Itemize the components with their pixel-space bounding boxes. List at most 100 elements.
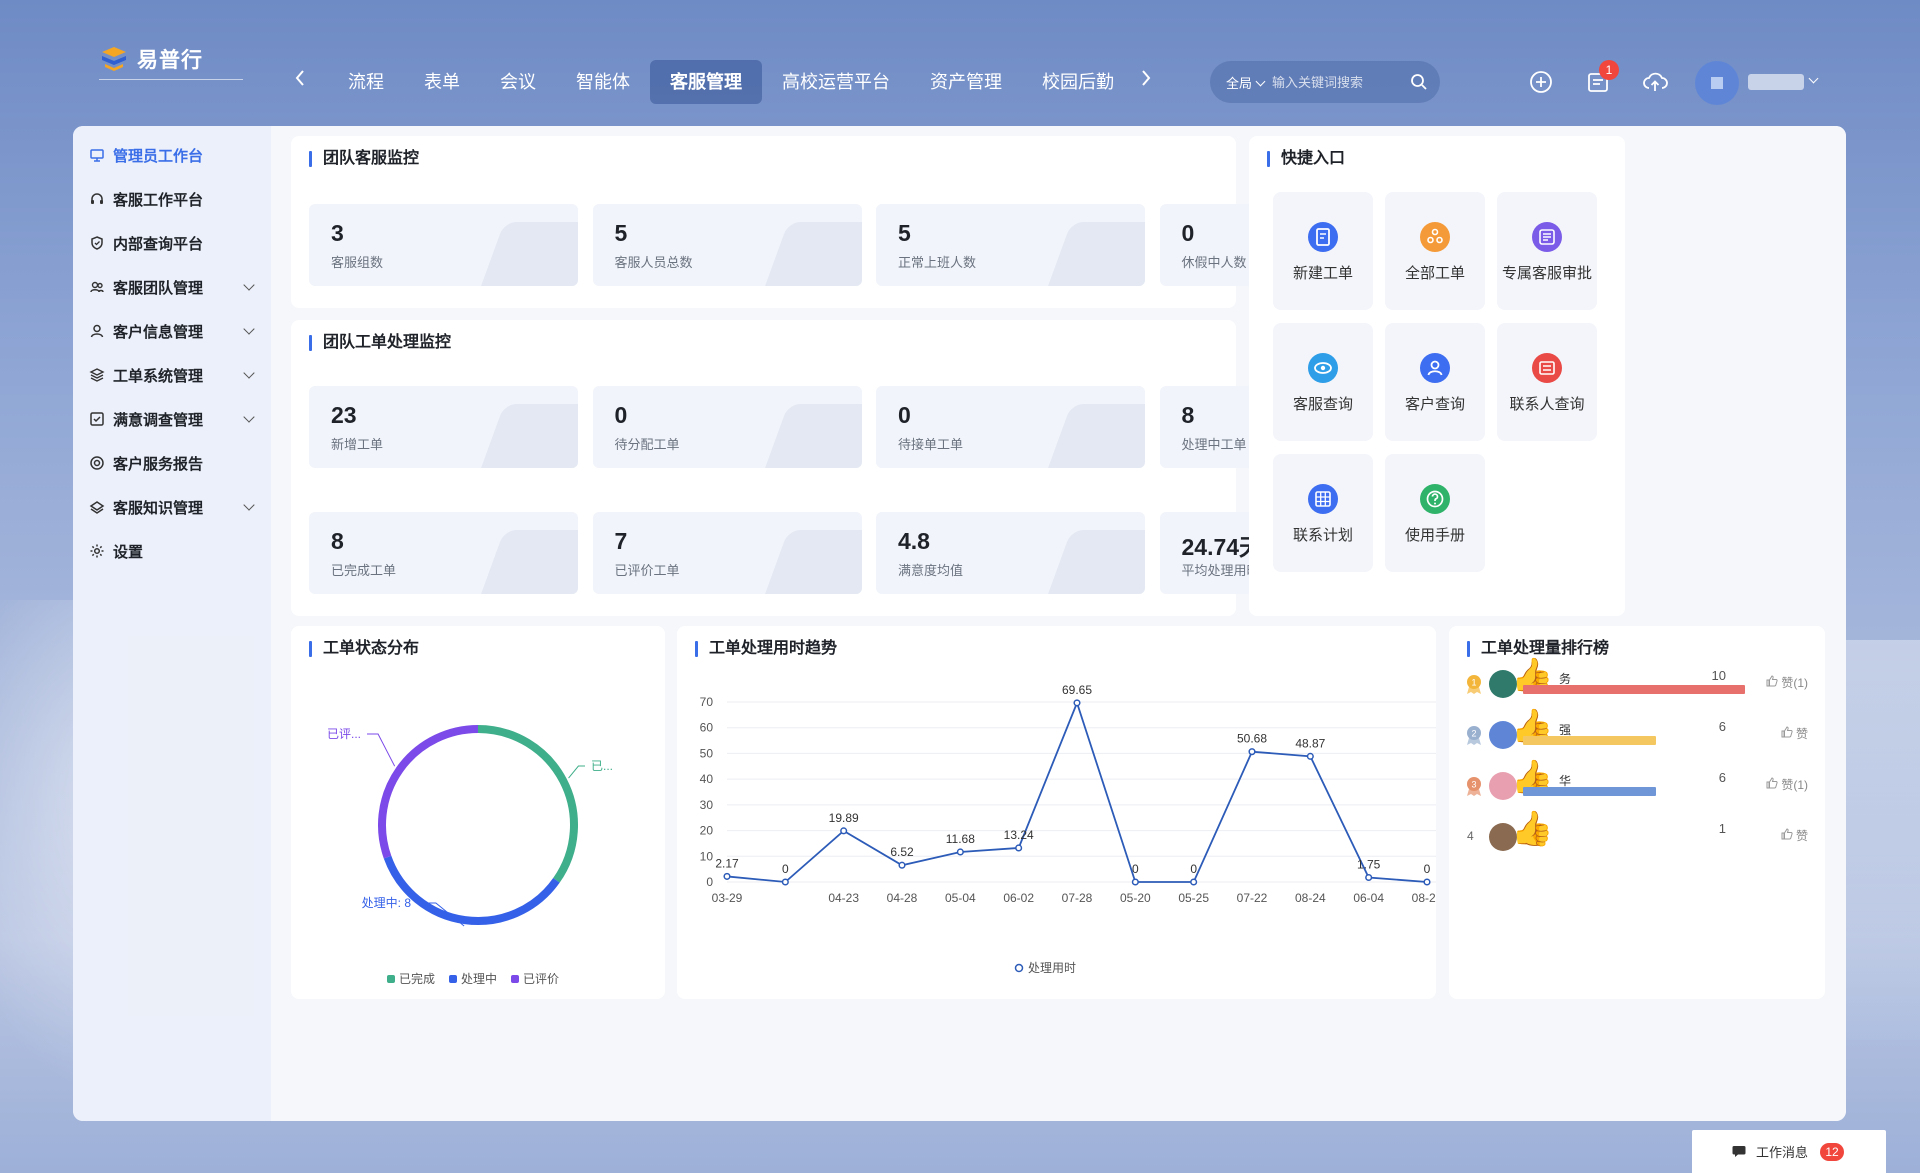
sidebar-item-0[interactable]: 管理员工作台 [89, 140, 259, 170]
stat-label: 待接单工单 [898, 437, 964, 452]
sidebar-item-8[interactable]: 客服知识管理 [89, 492, 259, 522]
trend-point-label: 2.17 [715, 856, 739, 870]
sidebar-item-3[interactable]: 客服团队管理 [89, 272, 259, 302]
nav-tab-0[interactable]: 流程 [328, 60, 404, 104]
sidebar-item-label: 客户服务报告 [113, 455, 204, 473]
like-icon [1781, 828, 1793, 843]
trend-point[interactable] [1015, 844, 1023, 852]
nav-tab-6[interactable]: 资产管理 [910, 60, 1022, 104]
quick-entry-4[interactable]: 客户查询 [1385, 323, 1485, 441]
quick-entry-3[interactable]: 客服查询 [1273, 323, 1373, 441]
trend-point[interactable] [956, 848, 964, 856]
sidebar-item-1[interactable]: 客服工作平台 [89, 184, 259, 214]
search-scope-select[interactable]: 全局 [1226, 73, 1272, 92]
legend-item[interactable]: 处理中 [449, 970, 497, 987]
like-button[interactable]: 赞 [1781, 827, 1808, 844]
trend-point[interactable] [781, 878, 789, 886]
search-scope-label: 全局 [1226, 75, 1253, 91]
stat-card: 5 正常上班人数 [876, 204, 1145, 286]
trend-point[interactable] [1365, 873, 1373, 882]
donut-slice-1[interactable] [383, 855, 560, 925]
stat-label: 新增工单 [331, 437, 384, 452]
nav-tab-7[interactable]: 校园后勤 [1022, 60, 1134, 104]
sidebar-item-6[interactable]: 满意调查管理 [89, 404, 259, 434]
work-message-bar[interactable]: 工作消息 12 [1692, 1130, 1886, 1173]
trend-point[interactable] [1131, 878, 1139, 886]
cloud-upload-icon[interactable] [1641, 68, 1669, 96]
nav-tab-5[interactable]: 高校运营平台 [762, 60, 910, 104]
chevron-down-icon [243, 367, 255, 379]
donut-slice-0[interactable] [477, 725, 578, 883]
quick-entry-5[interactable]: 联系人查询 [1497, 323, 1597, 441]
rank-bar [1523, 787, 1657, 796]
trend-point[interactable] [1248, 748, 1256, 756]
trend-point[interactable] [1190, 878, 1198, 886]
quick-entry-7[interactable]: 使用手册 [1385, 454, 1485, 572]
like-button[interactable]: 赞(1) [1766, 776, 1808, 793]
stat-card: 7 已评价工单 [592, 512, 862, 594]
quick-entry-label: 客服查询 [1292, 396, 1353, 413]
trend-point[interactable] [898, 861, 906, 869]
trend-point[interactable] [1306, 752, 1314, 760]
nav-prev-button[interactable] [294, 66, 306, 94]
stat-value: 5 [614, 220, 628, 246]
y-tick-label: 60 [700, 721, 714, 735]
donut-slice-2[interactable] [378, 725, 479, 859]
trend-point[interactable] [723, 872, 731, 880]
like-button[interactable]: 赞 [1781, 725, 1808, 742]
quick-entry-2[interactable]: 专属客服审批 [1497, 192, 1597, 310]
legend-item[interactable]: 已评价 [511, 970, 559, 987]
logo-mark-icon [102, 46, 126, 71]
stat-label: 客服人员总数 [614, 255, 693, 270]
rank-value: 6 [1718, 719, 1726, 734]
stat-label: 待分配工单 [614, 437, 680, 452]
nav-next-button[interactable] [1140, 66, 1152, 94]
ranking-row[interactable]: 4 👍 1 赞 [1463, 810, 1808, 859]
trend-point[interactable] [1423, 878, 1431, 886]
app-logo[interactable]: 易普行 [99, 38, 243, 80]
trend-point[interactable] [840, 827, 848, 835]
nav-tab-3[interactable]: 智能体 [556, 60, 650, 104]
x-tick-label: 06-04 [1353, 891, 1384, 905]
like-button[interactable]: 赞(1) [1766, 674, 1808, 691]
legend-swatch [387, 975, 395, 983]
trend-legend-label[interactable]: 处理用时 [1028, 961, 1076, 975]
stat-card: 5 客服人员总数 [592, 204, 862, 286]
donut-slice-label: 已评... [327, 727, 361, 741]
quick-entry-0[interactable]: 新建工单 [1273, 192, 1373, 310]
nav-tab-1[interactable]: 表单 [404, 60, 480, 104]
sidebar-item-2[interactable]: 内部查询平台 [89, 228, 259, 258]
stack-icon [89, 499, 105, 515]
user-menu-chevron-icon[interactable] [1808, 73, 1819, 84]
sidebar-item-7[interactable]: 客户服务报告 [89, 448, 259, 478]
sidebar-item-label: 客服团队管理 [113, 279, 204, 297]
sidebar-item-label: 满意调查管理 [113, 411, 204, 429]
trend-point[interactable] [1073, 699, 1081, 707]
legend-item[interactable]: 已完成 [387, 970, 435, 987]
stat-label: 处理中工单 [1181, 437, 1247, 452]
team-icon [89, 279, 105, 295]
ranking-row[interactable]: 3 华 👍 6 赞(1) [1463, 759, 1808, 808]
rank-bar [1523, 736, 1657, 745]
layers-icon [89, 367, 105, 383]
quick-entry-6[interactable]: 联系计划 [1273, 454, 1373, 572]
stat-label: 已完成工单 [331, 563, 397, 578]
nav-tab-2[interactable]: 会议 [480, 60, 556, 104]
nav-tab-4[interactable]: 客服管理 [650, 60, 762, 104]
legend-label: 处理中 [461, 972, 498, 986]
quick-entry-1[interactable]: 全部工单 [1385, 192, 1485, 310]
username-masked[interactable] [1748, 74, 1804, 90]
medal-icon: 1 [1463, 673, 1485, 695]
stat-label: 休假中人数 [1181, 255, 1247, 270]
sidebar-item-5[interactable]: 工单系统管理 [89, 360, 259, 390]
user-avatar[interactable] [1695, 61, 1739, 105]
medal-rank: 2 [1471, 729, 1476, 739]
sidebar-item-9[interactable]: 设置 [89, 536, 259, 566]
sidebar-item-4[interactable]: 客户信息管理 [89, 316, 259, 346]
ranking-row[interactable]: 1 务 👍 10 赞(1) [1463, 657, 1808, 706]
search-input[interactable] [1272, 74, 1403, 90]
add-circle-icon[interactable] [1527, 68, 1555, 96]
search-icon[interactable] [1410, 73, 1428, 91]
ranking-row[interactable]: 2 强 👍 6 赞 [1463, 708, 1808, 757]
donut-label-line [568, 765, 585, 779]
